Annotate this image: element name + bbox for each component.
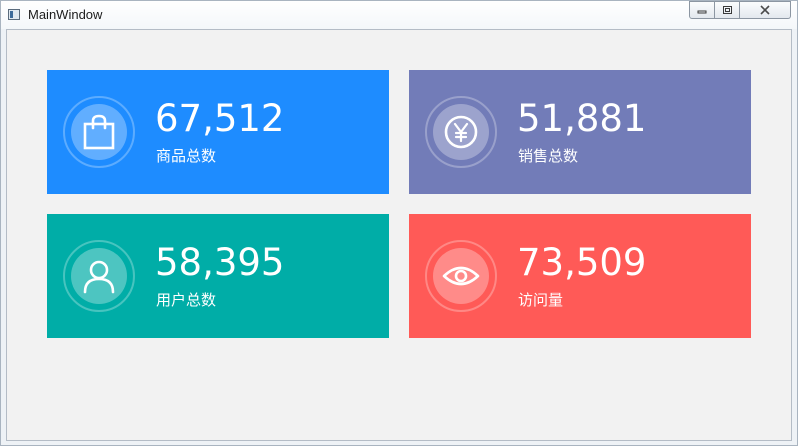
minimize-button[interactable]	[689, 1, 715, 19]
stat-card-users: 58,395 用户总数	[47, 214, 389, 338]
title-bar[interactable]: MainWindow	[1, 1, 797, 29]
window-title: MainWindow	[28, 7, 103, 22]
icon-badge	[433, 248, 489, 304]
stat-label: 用户总数	[156, 291, 217, 309]
icon-badge	[71, 104, 127, 160]
stat-card-products: 67,512 商品总数	[47, 70, 389, 194]
client-area: 67,512 商品总数 51,881 销售总数 58,395 用户总数 73,5…	[6, 29, 792, 441]
stat-card-sales: 51,881 销售总数	[409, 70, 751, 194]
window-controls	[689, 1, 791, 19]
icon-badge	[433, 104, 489, 160]
stat-label: 访问量	[518, 291, 564, 309]
user-icon	[83, 260, 115, 294]
close-icon	[760, 5, 770, 15]
eye-icon	[442, 266, 480, 286]
shopping-bag-icon	[83, 114, 115, 150]
stat-card-visits: 73,509 访问量	[409, 214, 751, 338]
close-button[interactable]	[740, 1, 791, 19]
stat-value: 51,881	[517, 97, 647, 140]
stat-value: 67,512	[155, 97, 285, 140]
restore-button[interactable]	[715, 1, 740, 19]
stat-value: 73,509	[517, 241, 647, 284]
app-icon	[8, 9, 20, 20]
restore-icon	[722, 6, 732, 14]
stat-label: 销售总数	[518, 147, 579, 165]
minimize-icon	[697, 10, 707, 14]
yen-icon	[444, 115, 478, 149]
stat-label: 商品总数	[156, 147, 217, 165]
stat-value: 58,395	[155, 241, 285, 284]
icon-badge	[71, 248, 127, 304]
main-window: MainWindow 67,512 商品总数 51,881 销售总数 58,39…	[0, 0, 798, 446]
